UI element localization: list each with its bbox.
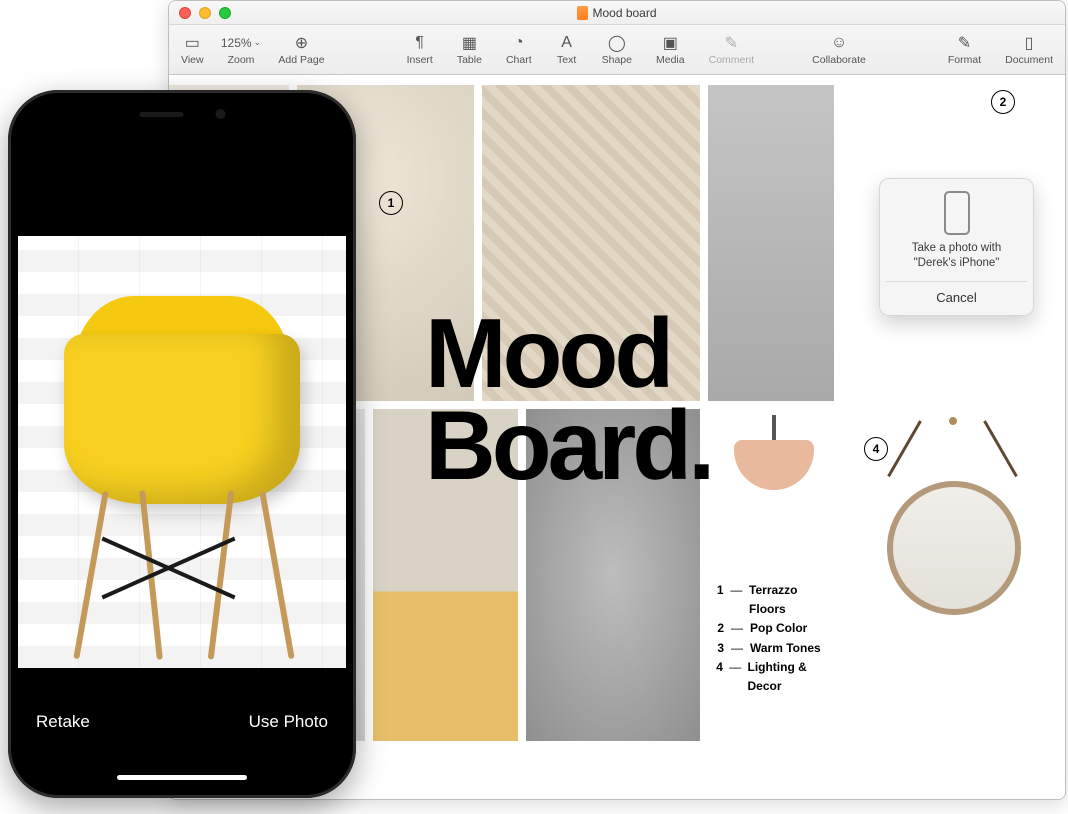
- iphone-device: Retake Use Photo: [8, 90, 356, 798]
- chair-leg: [259, 491, 294, 659]
- view-button[interactable]: ▭ View: [181, 34, 204, 66]
- image-tile-concrete[interactable]: [708, 85, 834, 401]
- window-title: Mood board: [592, 6, 656, 20]
- legend-label: Lighting & Decor: [747, 658, 834, 696]
- collaborate-label: Collaborate: [812, 54, 866, 66]
- legend-label: Warm Tones: [750, 639, 821, 658]
- callout-marker-4[interactable]: 4: [864, 437, 888, 461]
- add-page-button[interactable]: ⊕ Add Page: [278, 34, 324, 66]
- popover-message: Take a photo with "Derek's iPhone": [886, 241, 1027, 281]
- document-button[interactable]: ▯ Document: [1005, 34, 1053, 66]
- insert-icon: ¶: [409, 34, 431, 52]
- image-tile-mirror[interactable]: [869, 407, 1039, 733]
- legend-row: 4 — Lighting & Decor: [714, 658, 834, 696]
- insert-label: Insert: [407, 54, 433, 66]
- text-label: Text: [557, 54, 576, 66]
- document-headline[interactable]: Mood Board.: [425, 307, 711, 491]
- toolbar-center-group: ¶ Insert ▦ Table ◔ Chart A Text ◯ Shape …: [407, 34, 755, 66]
- collaborate-button[interactable]: ☺ Collaborate: [812, 34, 866, 66]
- toolbar: ▭ View 125% ⌄ Zoom ⊕ Add Page ¶ Insert ▦…: [169, 25, 1065, 75]
- chair-leg: [73, 491, 108, 659]
- chevron-down-icon: ⌄: [254, 37, 262, 48]
- legend-num: 3: [714, 639, 724, 658]
- callout-marker-1[interactable]: 1: [379, 191, 403, 215]
- callout-marker-2[interactable]: 2: [991, 90, 1015, 114]
- chart-label: Chart: [506, 54, 532, 66]
- chair-seat: [64, 334, 300, 504]
- legend-label: Pop Color: [750, 619, 807, 638]
- media-button[interactable]: ▣ Media: [656, 34, 685, 66]
- zoom-value: 125%: [221, 36, 252, 50]
- document-label: Document: [1005, 54, 1053, 66]
- text-button[interactable]: A Text: [556, 34, 578, 66]
- camera-bottom-bar: Retake Use Photo: [18, 688, 346, 788]
- media-label: Media: [656, 54, 685, 66]
- legend-dash: —: [730, 619, 744, 638]
- insert-button[interactable]: ¶ Insert: [407, 34, 433, 66]
- shape-icon: ◯: [606, 34, 628, 52]
- mirror-hook: [949, 417, 957, 425]
- mirror-strap: [983, 420, 1018, 477]
- legend-label: Terrazzo Floors: [749, 581, 834, 619]
- home-indicator[interactable]: [117, 775, 247, 780]
- comment-icon: ✎: [720, 34, 742, 52]
- format-icon: ✎: [953, 34, 975, 52]
- chart-icon: ◔: [508, 34, 530, 52]
- table-icon: ▦: [458, 34, 480, 52]
- front-camera-icon: [215, 109, 225, 119]
- legend-dash: —: [730, 581, 743, 619]
- shape-label: Shape: [602, 54, 632, 66]
- iphone-notch: [100, 100, 265, 128]
- chair-leg: [208, 490, 235, 659]
- chart-button[interactable]: ◔ Chart: [506, 34, 532, 66]
- view-label: View: [181, 54, 204, 66]
- continuity-camera-popover: Take a photo with "Derek's iPhone" Cance…: [879, 178, 1034, 316]
- legend-row: 2 — Pop Color: [714, 619, 834, 638]
- mirror-circle: [887, 481, 1021, 615]
- table-label: Table: [457, 54, 482, 66]
- lamp-cord: [772, 415, 776, 443]
- zoom-value-display: 125% ⌄: [230, 34, 252, 52]
- popover-cancel-button[interactable]: Cancel: [886, 281, 1027, 315]
- iphone-screen: Retake Use Photo: [18, 100, 346, 788]
- text-icon: A: [556, 34, 578, 52]
- add-page-label: Add Page: [278, 54, 324, 66]
- phone-outline-icon: [944, 191, 970, 235]
- comment-button[interactable]: ✎ Comment: [709, 34, 755, 66]
- mirror-strap: [887, 420, 922, 477]
- collaborate-icon: ☺: [828, 34, 850, 52]
- shape-button[interactable]: ◯ Shape: [602, 34, 632, 66]
- legend-dash: —: [729, 658, 742, 696]
- format-button[interactable]: ✎ Format: [948, 34, 981, 66]
- camera-preview: [18, 236, 346, 668]
- zoom-label: Zoom: [228, 54, 255, 66]
- add-page-icon: ⊕: [290, 34, 312, 52]
- legend-dash: —: [730, 639, 744, 658]
- document-icon: ▯: [1018, 34, 1040, 52]
- lamp-shade: [734, 440, 814, 490]
- legend-list[interactable]: 1 — Terrazzo Floors 2 — Pop Color 3 — Wa…: [714, 581, 834, 696]
- retake-button[interactable]: Retake: [36, 712, 90, 732]
- legend-row: 1 — Terrazzo Floors: [714, 581, 834, 619]
- speaker-slot: [139, 112, 183, 117]
- lamp-illustration: [724, 415, 824, 565]
- titlebar: Mood board: [169, 1, 1065, 25]
- legend-num: 4: [714, 658, 723, 696]
- media-icon: ▣: [659, 34, 681, 52]
- view-icon: ▭: [181, 34, 203, 52]
- zoom-control[interactable]: 125% ⌄ Zoom: [228, 34, 255, 66]
- legend-num: 1: [714, 581, 724, 619]
- format-label: Format: [948, 54, 981, 66]
- table-button[interactable]: ▦ Table: [457, 34, 482, 66]
- comment-label: Comment: [709, 54, 755, 66]
- pages-doc-icon: [577, 6, 588, 20]
- legend-num: 2: [714, 619, 724, 638]
- window-title-area: Mood board: [169, 6, 1065, 20]
- use-photo-button[interactable]: Use Photo: [249, 712, 328, 732]
- legend-row: 3 — Warm Tones: [714, 639, 834, 658]
